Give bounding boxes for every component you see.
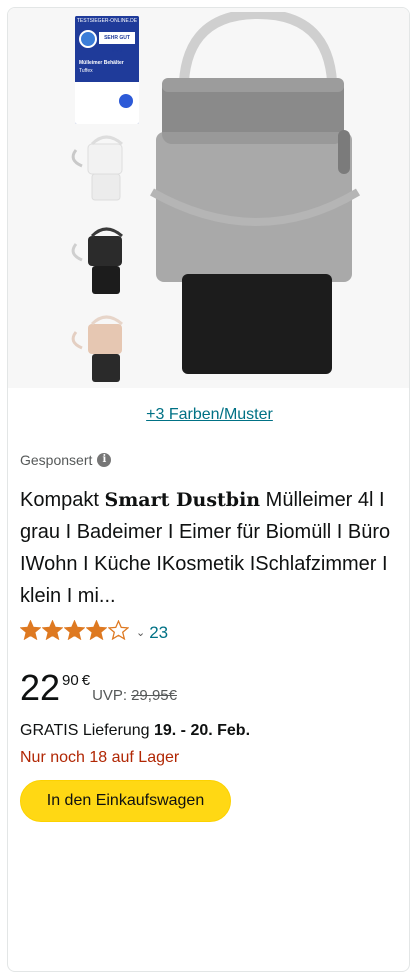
badge-dot bbox=[119, 94, 133, 108]
price-fraction: 90 bbox=[62, 672, 79, 689]
thumb-beige[interactable] bbox=[66, 310, 136, 388]
uvp-value: 29,95€ bbox=[131, 687, 177, 704]
delivery-dates: 19. - 20. Feb. bbox=[153, 722, 251, 739]
star-filled-icon bbox=[41, 619, 64, 641]
star-filled-icon bbox=[19, 619, 42, 641]
product-title[interactable]: Kompakt Smart Dustbin Mülleimer 4l I gra… bbox=[20, 484, 405, 612]
stock-status: Nur noch 18 auf Lager bbox=[20, 749, 180, 766]
sponsored-label: Gesponsert bbox=[20, 452, 93, 468]
badge-grade: SEHR GUT (1,7) bbox=[99, 32, 135, 53]
delivery-info: GRATIS Lieferung 19. - 20. Feb. bbox=[20, 722, 250, 740]
color-variants: +3 Farben/Muster bbox=[8, 406, 409, 424]
add-to-cart-button[interactable]: In den Einkaufswagen bbox=[20, 780, 231, 822]
product-image-area[interactable]: TESTSIEGER-ONLINE.DE SEHR GUT (1,7) Müll… bbox=[8, 8, 409, 388]
product-main-image bbox=[150, 12, 361, 374]
badge-seal-icon bbox=[79, 30, 97, 48]
test-badge: TESTSIEGER-ONLINE.DE SEHR GUT (1,7) Müll… bbox=[75, 16, 139, 124]
badge-product-type: Mülleimer Behälter bbox=[79, 60, 124, 66]
product-card: TESTSIEGER-ONLINE.DE SEHR GUT (1,7) Müll… bbox=[7, 7, 410, 972]
star-filled-icon bbox=[63, 619, 86, 641]
sponsored-row: Gesponsert i bbox=[20, 452, 112, 468]
info-icon[interactable]: i bbox=[97, 453, 112, 467]
chevron-down-icon[interactable]: ⌄ bbox=[136, 626, 145, 639]
review-count[interactable]: 23 bbox=[149, 623, 168, 643]
thumb-white[interactable] bbox=[66, 130, 136, 208]
price-currency: € bbox=[81, 672, 91, 689]
star-filled-icon bbox=[85, 619, 108, 641]
badge-brand: Tuffex bbox=[79, 68, 93, 74]
star-empty-icon bbox=[107, 619, 130, 641]
title-brand: Smart Dustbin bbox=[104, 489, 261, 511]
delivery-prefix: GRATIS Lieferung bbox=[20, 722, 154, 739]
price-whole: 22 bbox=[20, 667, 61, 708]
thumb-black[interactable] bbox=[66, 222, 136, 300]
uvp-label: UVP: bbox=[92, 687, 128, 704]
list-price: UVP: 29,95€ bbox=[92, 687, 177, 704]
price-row: 22 90 € UVP: 29,95€ bbox=[20, 668, 177, 708]
color-variants-link[interactable]: +3 Farben/Muster bbox=[146, 406, 273, 423]
star-rating bbox=[19, 619, 130, 645]
rating-row[interactable]: ⌄ 23 bbox=[19, 619, 168, 645]
badge-header: TESTSIEGER-ONLINE.DE bbox=[75, 16, 139, 26]
title-prefix: Kompakt bbox=[20, 489, 105, 511]
